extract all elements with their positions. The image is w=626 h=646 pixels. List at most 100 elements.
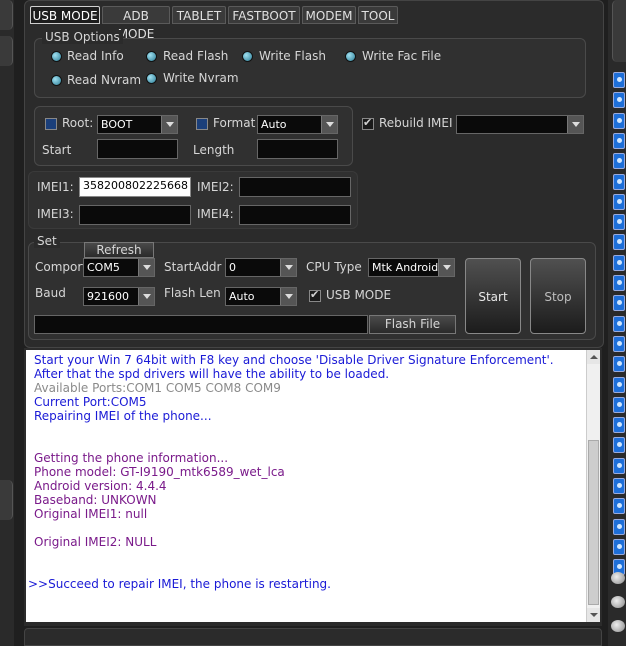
side-app-icon[interactable] [613,193,625,210]
side-app-icon[interactable] [613,396,625,413]
rebuild-imei-checkbox[interactable] [362,116,374,130]
write-flash-label[interactable]: Write Flash [259,49,326,63]
usb-options-group [34,38,586,98]
write-flash-radio[interactable] [242,51,253,62]
baud-value: 921600 [87,290,129,303]
imei3-input[interactable] [79,205,191,225]
refresh-button[interactable]: Refresh [84,242,154,258]
side-app-icon[interactable] [613,214,625,231]
read-info-radio[interactable] [51,51,62,62]
format-select[interactable]: Auto [257,115,338,134]
side-app-icon[interactable] [613,153,625,170]
side-app-icon[interactable] [613,132,625,149]
side-app-icon[interactable] [613,72,625,88]
imei1-input[interactable]: 358200802225668 [79,177,191,197]
right-panel-segment [612,0,626,62]
scroll-down-icon[interactable] [587,608,600,622]
side-app-icon[interactable] [613,518,625,535]
side-app-icon[interactable] [613,356,625,373]
side-app-icon[interactable] [613,417,625,434]
chevron-down-icon[interactable] [438,259,454,276]
stop-button[interactable]: Stop [530,258,586,334]
chevron-down-icon[interactable] [161,116,177,133]
flash-file-button[interactable]: Flash File [369,315,456,334]
side-app-icon[interactable] [613,457,625,474]
side-app-icon[interactable] [613,254,625,271]
usb-mode-checkbox[interactable] [309,288,321,302]
log-line: Android version: 4.4.4 [34,479,167,493]
side-app-icon[interactable] [613,173,625,190]
side-app-icon[interactable] [613,478,625,494]
log-line: Getting the phone information... [34,451,229,465]
side-app-icon[interactable] [613,498,625,515]
write-nvram-radio[interactable] [146,73,157,84]
start-input[interactable] [97,139,178,159]
read-flash-label[interactable]: Read Flash [163,49,228,63]
length-label: Length [193,143,235,157]
side-disk-icon[interactable] [611,596,625,608]
comport-select[interactable]: COM5 [83,258,155,277]
chevron-down-icon[interactable] [280,288,296,305]
side-app-icon[interactable] [613,376,625,393]
comport-label: Comport [35,260,88,274]
left-panel-segment [0,0,13,30]
side-app-icon[interactable] [613,437,625,454]
write-fac-file-radio[interactable] [345,51,356,62]
side-disk-icon[interactable] [611,572,625,584]
side-app-icon[interactable] [613,295,625,312]
scroll-up-icon[interactable] [587,350,600,364]
log-line: Baseband: UNKOWN [34,493,157,507]
write-fac-file-label[interactable]: Write Fac File [362,49,441,63]
side-app-icon[interactable] [613,92,625,109]
baud-select[interactable]: 921600 [83,287,155,306]
startaddr-select[interactable]: 0 [225,258,297,277]
flash-len-select[interactable]: Auto [225,287,297,306]
tab-tool[interactable]: TOOL [358,6,398,24]
cpu-type-label: CPU Type [306,260,362,274]
log-line: Current Port:COM5 [34,395,147,409]
length-input[interactable] [257,139,338,159]
side-app-icon[interactable] [613,335,625,352]
side-app-icon[interactable] [613,112,625,129]
side-disk-icon[interactable] [611,620,625,632]
side-app-icon[interactable] [613,234,625,251]
left-side-strip [0,0,14,646]
scrollbar-thumb[interactable] [588,440,599,605]
read-nvram-radio[interactable] [51,75,62,86]
log-line: Original IMEI2: NULL [34,535,157,549]
read-nvram-label[interactable]: Read Nvram [67,73,141,87]
tab-adb-mode[interactable]: ADB MODE [102,6,170,41]
root-select[interactable]: BOOT [97,115,178,134]
side-app-icon[interactable] [613,275,625,291]
tab-fastboot[interactable]: FASTBOOT [228,6,300,24]
imei2-input[interactable] [239,177,351,197]
flash-file-path-input[interactable] [34,315,368,334]
write-nvram-label[interactable]: Write Nvram [163,71,239,85]
start-button[interactable]: Start [465,258,521,334]
flash-len-value: Auto [229,290,255,303]
chevron-down-icon[interactable] [138,288,154,305]
read-flash-radio[interactable] [146,51,157,62]
side-app-icon[interactable] [613,538,625,555]
imei1-label: IMEI1: [37,180,74,194]
status-bar [24,628,602,646]
tab-usb-mode[interactable]: USB MODE [30,6,100,24]
chevron-down-icon[interactable] [138,259,154,276]
side-app-icon[interactable] [613,315,625,332]
imei4-input[interactable] [239,205,351,225]
tab-modem[interactable]: MODEM [302,6,356,24]
format-checkbox[interactable] [196,118,208,130]
cpu-type-select[interactable]: Mtk Android [368,258,455,277]
log-scrollbar[interactable] [586,350,600,622]
rebuild-imei-select[interactable] [456,115,584,134]
root-checkbox[interactable] [45,118,57,130]
chevron-down-icon[interactable] [280,259,296,276]
tab-tablet[interactable]: TABLET [172,6,226,24]
chevron-down-icon[interactable] [321,116,337,133]
startaddr-value: 0 [229,261,236,274]
root-select-value: BOOT [101,118,133,131]
log-output[interactable]: Start your Win 7 64bit with F8 key and c… [26,350,586,622]
read-info-label[interactable]: Read Info [67,49,124,63]
chevron-down-icon[interactable] [567,116,583,133]
rebuild-imei-label: Rebuild IMEI [379,116,453,130]
